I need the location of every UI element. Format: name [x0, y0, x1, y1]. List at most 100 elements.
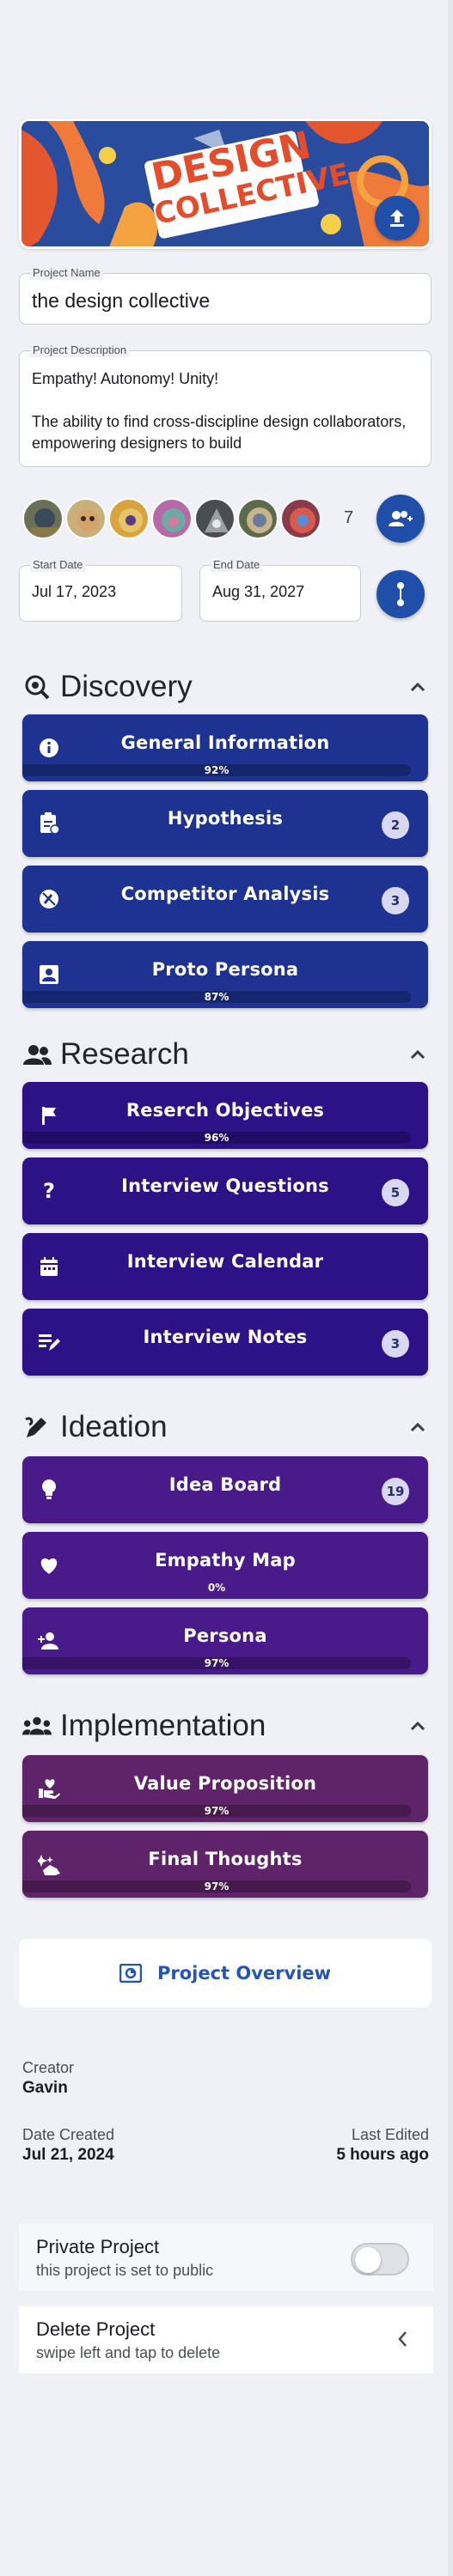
- card-hypothesis[interactable]: Hypothesis 2: [22, 790, 428, 857]
- progress-bar: 97%: [22, 1805, 411, 1817]
- groups-icon: [22, 1711, 52, 1741]
- progress-text: 92%: [204, 764, 230, 776]
- card-label: Interview Questions: [121, 1176, 329, 1196]
- card-persona[interactable]: Persona 97%: [22, 1607, 428, 1674]
- card-label: Persona: [183, 1625, 267, 1646]
- card-label: Idea Board: [168, 1474, 282, 1495]
- project-detail-screen: DESIGN COLLECTIVE Project Name the desig…: [0, 0, 453, 2576]
- upload-image-button[interactable]: [375, 196, 419, 240]
- start-date-value: Jul 17, 2023: [32, 583, 117, 600]
- count-badge: 3: [382, 1330, 409, 1358]
- card-idea-board[interactable]: Idea Board 19: [22, 1456, 428, 1523]
- count-badge: 3: [382, 887, 409, 914]
- private-project-toggle[interactable]: [351, 2243, 409, 2275]
- progress-text: 97%: [204, 1880, 230, 1893]
- card-final-thoughts[interactable]: Final Thoughts 97%: [22, 1831, 428, 1898]
- card-label: Proto Persona: [151, 959, 299, 980]
- delete-project-row[interactable]: Delete Project swipe left and tap to del…: [19, 2306, 433, 2373]
- discovery-section-header[interactable]: Discovery: [22, 668, 432, 706]
- research-section-header[interactable]: Research: [22, 1036, 432, 1073]
- calendar-icon: [38, 1255, 60, 1278]
- volunteer-activism-icon: [38, 1777, 60, 1800]
- start-date-label: Start Date: [30, 558, 86, 572]
- start-date-field[interactable]: Start Date Jul 17, 2023: [19, 558, 182, 622]
- avatar[interactable]: [194, 498, 236, 539]
- date-created-value: Jul 21, 2024: [22, 2146, 114, 2164]
- card-label: Value Proposition: [133, 1773, 317, 1794]
- progress-bar: 92%: [22, 764, 411, 776]
- card-interview-calendar[interactable]: Interview Calendar: [22, 1233, 428, 1300]
- card-label: General Information: [120, 732, 330, 753]
- avatar[interactable]: [65, 498, 107, 539]
- creator-value: Gavin: [22, 2079, 68, 2097]
- chevron-left-icon: [397, 2330, 407, 2351]
- last-edited-label: Last Edited: [351, 2126, 429, 2143]
- card-competitor-analysis[interactable]: Competitor Analysis 3: [22, 866, 428, 933]
- count-badge: 5: [382, 1179, 409, 1206]
- search-settings-icon: [22, 672, 52, 702]
- project-overview-button[interactable]: Project Overview: [19, 1939, 432, 2008]
- end-date-value: Aug 31, 2027: [212, 583, 305, 600]
- card-label: Final Thoughts: [148, 1849, 303, 1869]
- group-icon: [22, 1040, 52, 1069]
- progress-text: 97%: [204, 1657, 230, 1669]
- ideation-section-header[interactable]: Ideation: [22, 1408, 432, 1446]
- progress-text: 97%: [204, 1805, 230, 1817]
- delete-project-title: Delete Project: [36, 2318, 156, 2340]
- end-date-field[interactable]: End Date Aug 31, 2027: [199, 558, 361, 622]
- count-badge: 19: [382, 1478, 409, 1505]
- card-interview-notes[interactable]: Interview Notes 3: [22, 1309, 428, 1376]
- card-label: Interview Notes: [143, 1327, 308, 1347]
- progress-bar: 0%: [22, 1582, 411, 1594]
- card-proto-persona[interactable]: Proto Persona 87%: [22, 941, 428, 1008]
- card-interview-questions[interactable]: ? Interview Questions 5: [22, 1157, 428, 1224]
- clipboard-icon: [38, 812, 60, 835]
- project-name-field[interactable]: Project Name the design collective: [19, 266, 432, 325]
- notes-edit-icon: [38, 1331, 60, 1353]
- toggle-knob: [355, 2247, 381, 2273]
- private-project-subtitle: this project is set to public: [36, 2262, 214, 2279]
- add-member-button[interactable]: [376, 495, 425, 543]
- flag-icon: [38, 1104, 60, 1127]
- card-empathy-map[interactable]: Empathy Map 0%: [22, 1532, 428, 1599]
- person-add-icon: [38, 1630, 60, 1652]
- private-project-title: Private Project: [36, 2236, 160, 2257]
- avatar[interactable]: [22, 498, 64, 539]
- progress-text: 87%: [204, 991, 230, 1003]
- member-count: 7: [344, 508, 354, 527]
- avatar[interactable]: [237, 498, 279, 539]
- heart-icon: [38, 1554, 60, 1577]
- scrollbar[interactable]: [448, 0, 453, 2576]
- card-research-objectives[interactable]: Reserch Objectives 96%: [22, 1082, 428, 1149]
- upload-icon: [390, 210, 404, 227]
- avatar[interactable]: [280, 498, 321, 539]
- card-label: Hypothesis: [167, 808, 284, 829]
- card-label: Interview Calendar: [126, 1251, 324, 1272]
- discovery-title: Discovery: [60, 670, 193, 703]
- progress-bar: 96%: [22, 1132, 411, 1144]
- project-description-value: Empathy! Autonomy! Unity! The ability to…: [32, 370, 407, 452]
- draw-icon: [22, 1413, 52, 1442]
- count-badge: 2: [382, 811, 409, 839]
- progress-text: 0%: [207, 1582, 226, 1594]
- delete-project-subtitle: swipe left and tap to delete: [36, 2344, 221, 2361]
- implementation-title: Implementation: [60, 1709, 266, 1742]
- avatar[interactable]: [151, 498, 193, 539]
- card-value-proposition[interactable]: Value Proposition 97%: [22, 1755, 428, 1822]
- last-edited-value: 5 hours ago: [336, 2146, 429, 2164]
- chevron-up-icon[interactable]: [404, 1413, 432, 1441]
- avatar[interactable]: [108, 498, 150, 539]
- card-general-information[interactable]: General Information 92%: [22, 714, 428, 781]
- chevron-up-icon[interactable]: [404, 1712, 432, 1740]
- chevron-up-icon[interactable]: [404, 1041, 432, 1068]
- timeline-button[interactable]: [376, 570, 425, 618]
- project-overview-label: Project Overview: [156, 1963, 332, 1984]
- hand-sparkle-icon: [38, 1853, 60, 1875]
- chevron-up-icon[interactable]: [404, 673, 432, 701]
- implementation-section-header[interactable]: Implementation: [22, 1707, 432, 1745]
- progress-bar: 97%: [22, 1657, 411, 1669]
- question-icon: ?: [43, 1179, 55, 1203]
- project-description-field[interactable]: Project Description Empathy! Autonomy! U…: [19, 343, 432, 467]
- info-icon: [38, 737, 60, 759]
- presentation-icon: [119, 1964, 142, 1983]
